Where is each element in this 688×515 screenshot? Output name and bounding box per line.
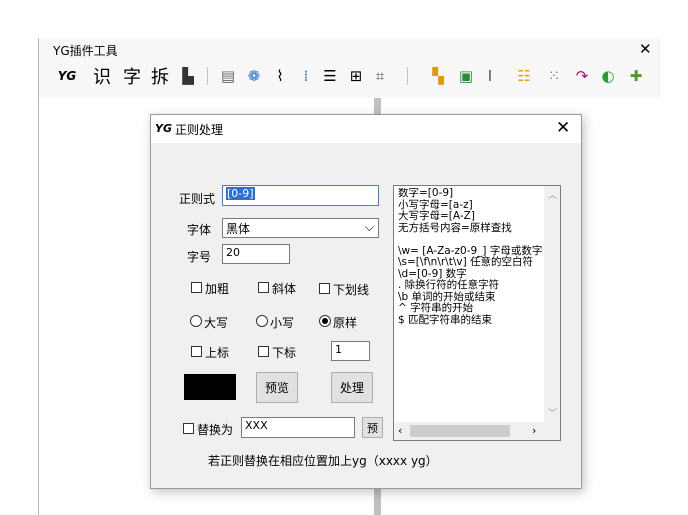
underline-checkbox[interactable] [319, 283, 330, 294]
replace-preview-button[interactable]: 预 [362, 417, 383, 438]
hint-text: 若正则替换在相应位置加上yg（xxxx yg） [208, 454, 438, 468]
table-icon[interactable]: ▤ [217, 65, 239, 87]
toolbar-title: YG插件工具 [53, 44, 118, 58]
lowercase-radio[interactable] [256, 315, 268, 327]
scroll-down-icon[interactable]: ﹀ [548, 406, 557, 419]
horizontal-scrollbar[interactable]: ‹ › [394, 422, 560, 440]
uppercase-radio[interactable] [190, 315, 202, 327]
dialog-title: 正则处理 [175, 123, 224, 137]
horizontal-scroll-thumb[interactable] [410, 425, 510, 437]
bold-label: 加粗 [205, 282, 230, 296]
text-format-icon[interactable]: Ⅰ [479, 65, 501, 87]
help-line: 数字=[0-9] [398, 188, 454, 199]
font-label: 字体 [187, 223, 212, 237]
regex-input-value: [0-9] [226, 187, 255, 200]
picture-icon[interactable]: ▣ [455, 65, 477, 87]
dialog-titlebar: YG 正则处理 ✕ [151, 115, 581, 143]
color-swatch[interactable] [184, 374, 236, 400]
toolbar-panel: YG插件工具 ✕ YG 识字拆 ▙ ▤ ❁ ⌇ ⁞ ☰ ⊞ ⌗ ▚ ▣ Ⅰ ☷ ⁙ ↷ ◐ ✚ [38, 38, 661, 98]
recognize-char-icon[interactable]: 识 [91, 65, 113, 88]
lowercase-label: 小写 [270, 316, 295, 330]
superscript-label: 上标 [205, 346, 230, 360]
plugin-icon[interactable]: ✚ [625, 65, 647, 87]
replace-input[interactable]: XXX [241, 417, 355, 438]
yg-logo-icon[interactable]: YG [55, 65, 79, 87]
process-button[interactable]: 处理 [331, 372, 373, 403]
help-line: . 除换行符的任意字符 [398, 279, 500, 291]
dots-icon[interactable]: ⁙ [543, 65, 565, 87]
regex-input[interactable]: [0-9] [222, 185, 379, 206]
scroll-left-icon[interactable]: ‹ [398, 424, 402, 437]
vertical-scrollbar[interactable]: ︿ ﹀ [544, 186, 560, 422]
help-line [398, 234, 548, 246]
split-icon[interactable]: 拆 [149, 65, 171, 88]
size-label: 字号 [187, 250, 212, 264]
help-line: 大写字母=[A-Z] [398, 210, 475, 222]
paste-icon[interactable]: ▙ [177, 65, 199, 87]
bold-checkbox[interactable] [191, 282, 202, 293]
subscript-label: 下标 [272, 346, 297, 360]
subscript-checkbox[interactable] [258, 346, 269, 357]
help-line: \s=[\f\n\r\t\v] 任意的空白符 [398, 256, 534, 268]
italic-checkbox[interactable] [258, 282, 269, 293]
font-select-value: 黑体 [226, 222, 251, 236]
chevron-down-icon: ⌵ [364, 220, 374, 234]
scroll-right-icon[interactable]: › [532, 424, 536, 437]
preview-button[interactable]: 预览 [256, 372, 298, 403]
original-radio[interactable] [319, 315, 331, 327]
help-line: 无方括号内容=原样查找 [398, 221, 512, 234]
regex-dialog: YG 正则处理 ✕ 正则式 [0-9] 字体 黑体 ⌵ 字号 20 加粗 斜体 下… [150, 114, 582, 489]
toolbar-separator [407, 67, 408, 85]
italic-label: 斜体 [272, 282, 297, 296]
size-input[interactable]: 20 [222, 244, 290, 264]
pattern-icon[interactable]: ❁ [243, 65, 265, 87]
left-border [38, 98, 39, 515]
help-textarea[interactable]: 数字=[0-9] 小写字母=[a-z] 大写字母=[A-Z] 无方括号内容=原样查找 … [393, 185, 561, 441]
replace-label: 替换为 [197, 423, 234, 437]
font-select[interactable]: 黑体 ⌵ [222, 218, 379, 238]
superscript-checkbox[interactable] [191, 346, 202, 357]
lines-icon[interactable]: ☰ [319, 65, 341, 87]
yg-logo-icon: YG [155, 122, 172, 135]
select-icon[interactable]: ⌗ [369, 65, 391, 87]
char-icon[interactable]: 字 [121, 65, 143, 88]
align-icon[interactable]: ⊞ [345, 65, 367, 87]
regex-label: 正则式 [179, 192, 216, 206]
help-line: ^ 字符串的开始 [398, 302, 474, 314]
palette-icon[interactable]: ◐ [597, 65, 619, 87]
dialog-close-icon[interactable]: ✕ [556, 118, 570, 138]
counter-input[interactable]: 1 [331, 341, 370, 361]
scroll-up-icon[interactable]: ︿ [548, 188, 557, 201]
help-text: 数字=[0-9] 小写字母=[a-z] 大写字母=[A-Z] 无方括号内容=原样查找 … [398, 188, 548, 420]
uppercase-label: 大写 [204, 316, 229, 330]
replace-checkbox[interactable] [183, 423, 194, 434]
original-label: 原样 [333, 316, 358, 330]
toolbar-separator [207, 67, 208, 85]
wave-icon[interactable]: ⌇ [269, 65, 291, 87]
help-line: $ 匹配字符串的结束 [398, 313, 493, 326]
grid-dots-icon[interactable]: ⁞ [295, 65, 317, 87]
toolbar-close-icon[interactable]: ✕ [639, 40, 652, 58]
underline-label: 下划线 [333, 283, 370, 297]
color-grid-icon[interactable]: ▚ [427, 65, 449, 87]
redo-icon[interactable]: ↷ [571, 65, 593, 87]
list-icon[interactable]: ☷ [513, 65, 535, 87]
